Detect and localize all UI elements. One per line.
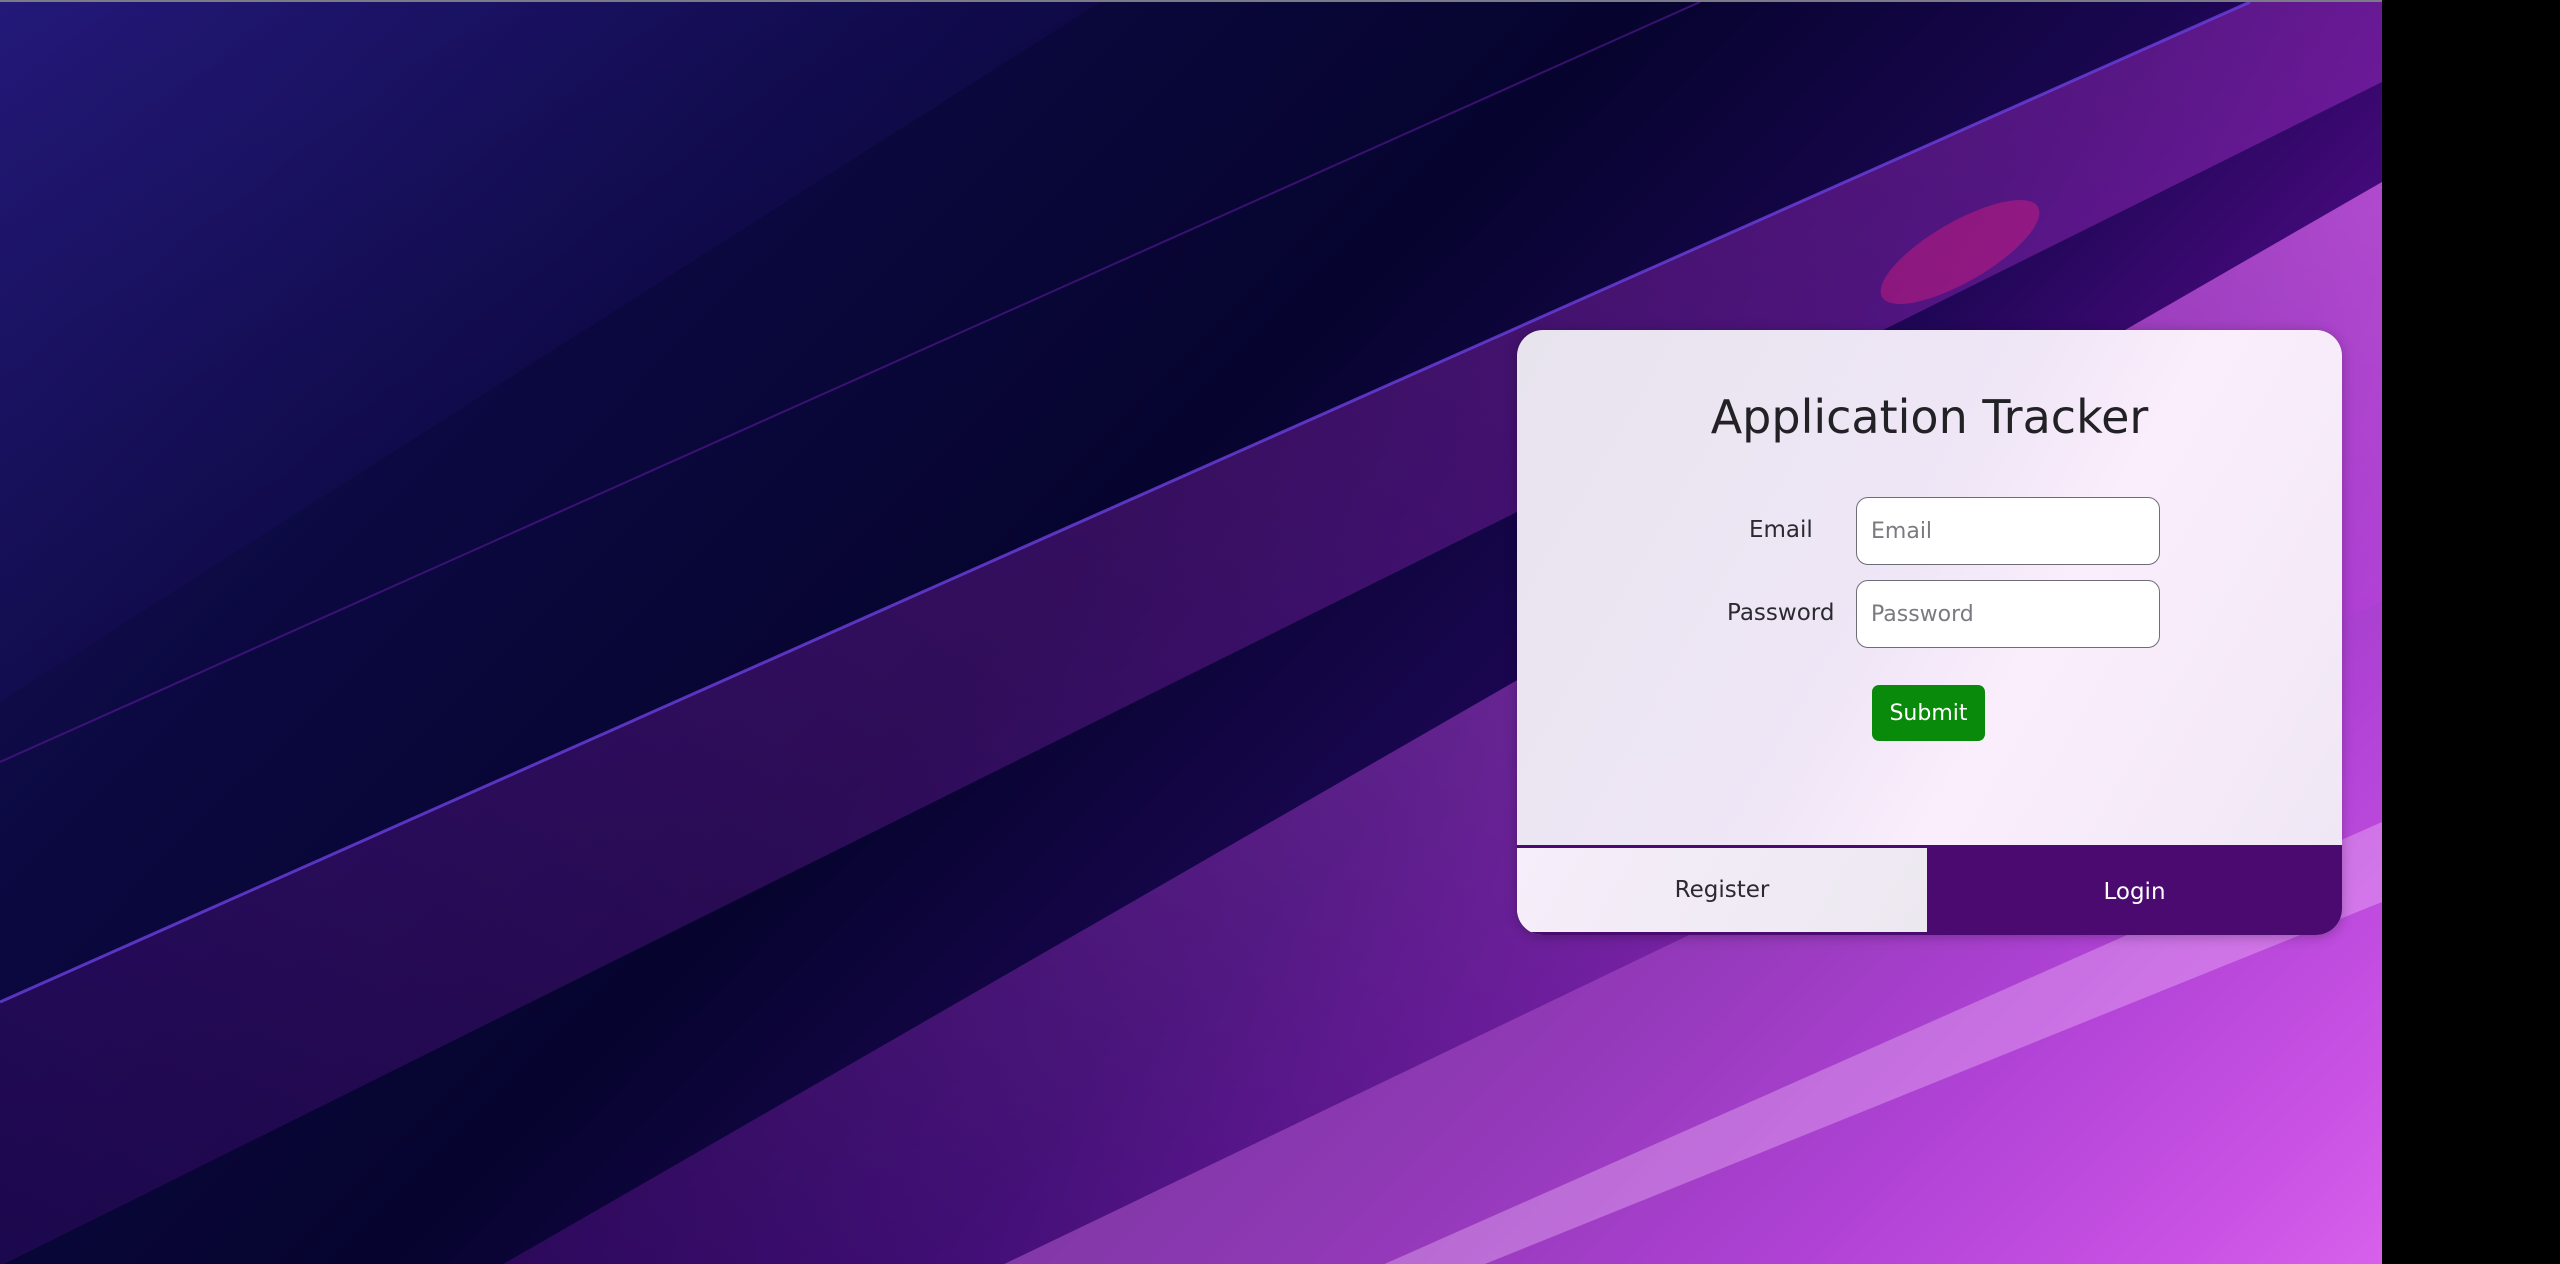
login-card: Application Tracker Email Password Submi… — [1517, 330, 2342, 935]
tab-login[interactable]: Login — [1927, 848, 2342, 935]
tab-register[interactable]: Register — [1517, 848, 1927, 935]
password-input[interactable] — [1856, 580, 2160, 648]
password-label: Password — [1727, 600, 1835, 626]
login-form: Application Tracker Email Password Submi… — [1517, 330, 2342, 845]
viewport: Application Tracker Email Password Submi… — [0, 0, 2560, 1264]
email-label: Email — [1749, 517, 1813, 543]
page-title: Application Tracker — [1710, 390, 2149, 444]
email-input[interactable] — [1856, 497, 2160, 565]
auth-tab-bar: Register Login — [1517, 845, 2342, 935]
submit-button[interactable]: Submit — [1872, 685, 1985, 741]
